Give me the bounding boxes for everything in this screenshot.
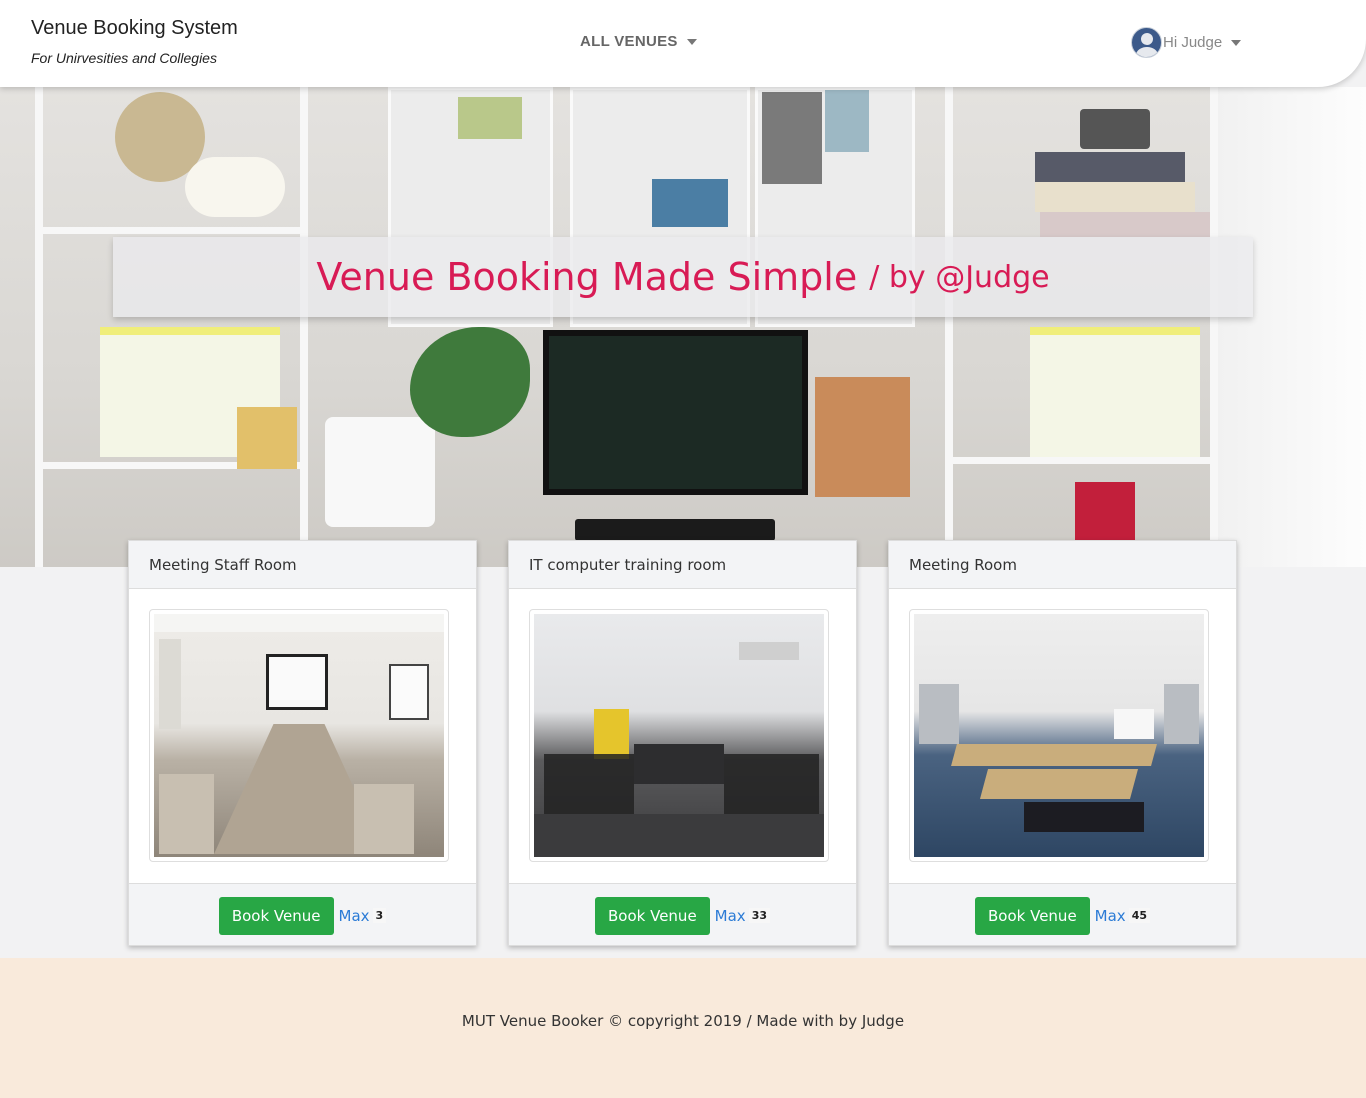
- max-capacity-label: Max: [338, 906, 370, 925]
- max-capacity-badge: 33: [748, 908, 770, 923]
- venue-name: Meeting Staff Room: [129, 541, 476, 589]
- hero-title: Venue Booking Made Simple: [316, 255, 858, 299]
- hero-banner: Venue Booking Made Simple / by @Judge: [0, 87, 1366, 567]
- all-venues-label: ALL VENUES: [580, 33, 678, 50]
- venue-photo: [534, 614, 824, 857]
- venue-name: IT computer training room: [509, 541, 856, 589]
- venue-photo: [154, 614, 444, 857]
- max-capacity-badge: 45: [1128, 908, 1150, 923]
- hero-title-box: Venue Booking Made Simple / by @Judge: [113, 237, 1253, 317]
- max-capacity-label: Max: [1094, 906, 1126, 925]
- brand-title[interactable]: Venue Booking System: [31, 16, 238, 40]
- venue-thumbnail: [149, 609, 449, 862]
- caret-down-icon: [1231, 39, 1242, 46]
- venue-name: Meeting Room: [889, 541, 1236, 589]
- user-menu-dropdown[interactable]: Hi Judge: [1131, 27, 1242, 58]
- venue-thumbnail: [909, 609, 1209, 862]
- footer-copyright: MUT Venue Booker © copyright 2019 / Made…: [461, 1012, 905, 1030]
- venue-card: IT computer training room Book Venue Max…: [508, 540, 857, 946]
- book-venue-button[interactable]: Book Venue: [975, 896, 1090, 935]
- venue-card: Meeting Room Book Venue Max 45: [888, 540, 1237, 946]
- user-greeting: Hi Judge: [1163, 34, 1223, 51]
- page-footer: MUT Venue Booker © copyright 2019 / Made…: [0, 958, 1366, 1098]
- caret-down-icon: [686, 38, 697, 45]
- book-venue-button[interactable]: Book Venue: [595, 896, 710, 935]
- max-capacity-badge: 3: [372, 908, 387, 923]
- top-navbar: Venue Booking System For Unirvesities an…: [0, 0, 1366, 87]
- venue-photo: [914, 614, 1204, 857]
- max-capacity-label: Max: [714, 906, 746, 925]
- brand[interactable]: Venue Booking System For Unirvesities an…: [31, 16, 238, 66]
- venue-card: Meeting Staff Room Book Venue Max 3: [128, 540, 477, 946]
- brand-subtitle: For Unirvesities and Collegies: [31, 50, 217, 66]
- hero-byline: / by @Judge: [869, 259, 1050, 295]
- all-venues-dropdown[interactable]: ALL VENUES: [580, 33, 697, 50]
- avatar: [1131, 27, 1162, 58]
- venue-thumbnail: [529, 609, 829, 862]
- book-venue-button[interactable]: Book Venue: [218, 896, 334, 935]
